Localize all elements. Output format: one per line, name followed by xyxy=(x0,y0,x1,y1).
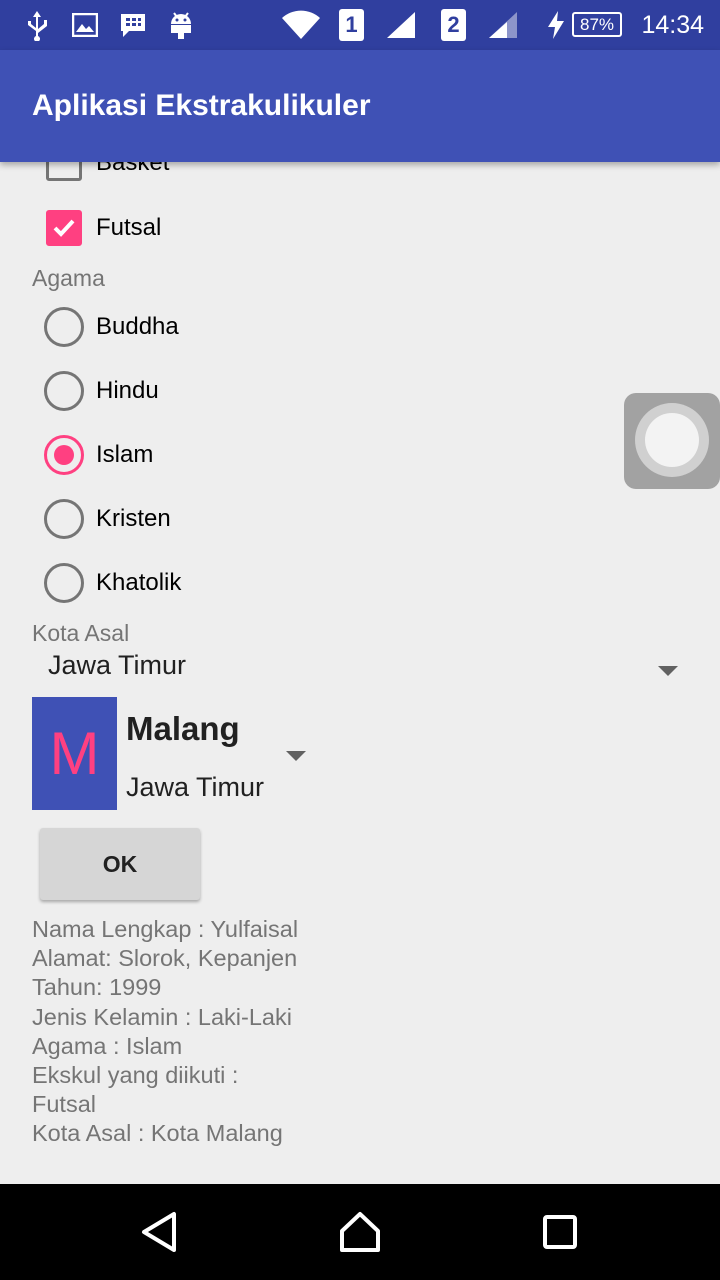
summary-line: Agama : Islam xyxy=(32,1032,183,1059)
summary-line: Ekskul yang diikuti : xyxy=(32,1062,239,1089)
radio-label: Khatolik xyxy=(96,569,182,596)
province-spinner[interactable]: Jawa Timur xyxy=(32,642,692,692)
radio-icon[interactable] xyxy=(44,499,84,539)
summary-line: Jenis Kelamin : Laki-Laki xyxy=(32,1003,292,1030)
radio-buddha[interactable]: Buddha xyxy=(0,295,720,359)
assistive-touch-button[interactable] xyxy=(624,393,720,489)
checkbox-icon[interactable] xyxy=(46,162,82,181)
form-content[interactable]: Basket Futsal Agama Buddha Hindu Islam K… xyxy=(0,162,720,1184)
radio-icon[interactable] xyxy=(44,371,84,411)
status-bar: 1 2 87% 14:34 xyxy=(0,0,720,50)
image-icon xyxy=(70,0,100,50)
city-name: Malang xyxy=(126,710,240,747)
signal-icon xyxy=(384,0,418,50)
chevron-down-icon[interactable] xyxy=(286,751,306,761)
recents-button[interactable] xyxy=(500,1184,620,1280)
radio-label: Buddha xyxy=(96,313,179,340)
battery-icon: 87% xyxy=(572,12,622,37)
usb-icon xyxy=(22,0,52,50)
radio-khatolik[interactable]: Khatolik xyxy=(0,551,720,615)
summary-line: Kota Asal : Kota Malang xyxy=(32,1120,283,1147)
app-title: Aplikasi Ekstrakulikuler xyxy=(32,89,371,122)
checkbox-checked-icon[interactable] xyxy=(46,210,82,246)
radio-icon[interactable] xyxy=(44,563,84,603)
summary-line: Alamat: Slorok, Kepanjen xyxy=(32,945,298,972)
chevron-down-icon[interactable] xyxy=(658,666,678,676)
sim2-badge: 2 xyxy=(441,9,466,41)
province-spinner-value: Jawa Timur xyxy=(48,650,187,680)
checkbox-futsal[interactable]: Futsal xyxy=(0,196,720,260)
radio-label: Hindu xyxy=(96,377,159,404)
home-button[interactable] xyxy=(300,1184,420,1280)
navigation-bar xyxy=(0,1184,720,1280)
back-icon xyxy=(142,1212,176,1252)
radio-selected-icon[interactable] xyxy=(44,435,84,475)
back-button[interactable] xyxy=(100,1184,220,1280)
radio-kristen[interactable]: Kristen xyxy=(0,487,720,551)
summary-text: Nama Lengkap : Yulfaisal Alamat: Slorok,… xyxy=(32,915,632,1149)
clock: 14:34 xyxy=(641,11,704,39)
checkbox-label: Futsal xyxy=(96,214,162,241)
city-avatar: M xyxy=(32,697,117,810)
home-icon xyxy=(340,1212,380,1252)
android-icon xyxy=(166,0,196,50)
summary-line: Nama Lengkap : Yulfaisal xyxy=(32,916,299,942)
ok-button[interactable]: OK xyxy=(40,828,200,900)
assistive-touch-icon xyxy=(635,403,709,477)
agama-label: Agama xyxy=(32,265,105,291)
bbm-icon xyxy=(118,0,148,50)
signal-icon xyxy=(486,0,520,50)
recents-icon xyxy=(543,1215,577,1249)
sim1-badge: 1 xyxy=(339,9,364,41)
radio-label: Islam xyxy=(96,441,154,468)
radio-islam[interactable]: Islam xyxy=(0,423,720,487)
checkbox-label: Basket xyxy=(96,162,170,176)
app-bar: Aplikasi Ekstrakulikuler xyxy=(0,50,720,162)
summary-line: Futsal xyxy=(32,1091,96,1118)
wifi-icon xyxy=(280,0,322,50)
radio-hindu[interactable]: Hindu xyxy=(0,359,720,423)
city-province: Jawa Timur xyxy=(126,772,265,802)
checkbox-basket[interactable]: Basket xyxy=(0,162,720,195)
summary-line: Tahun: 1999 xyxy=(32,974,162,1001)
radio-icon[interactable] xyxy=(44,307,84,347)
radio-label: Kristen xyxy=(96,505,171,532)
charging-icon xyxy=(544,0,568,50)
